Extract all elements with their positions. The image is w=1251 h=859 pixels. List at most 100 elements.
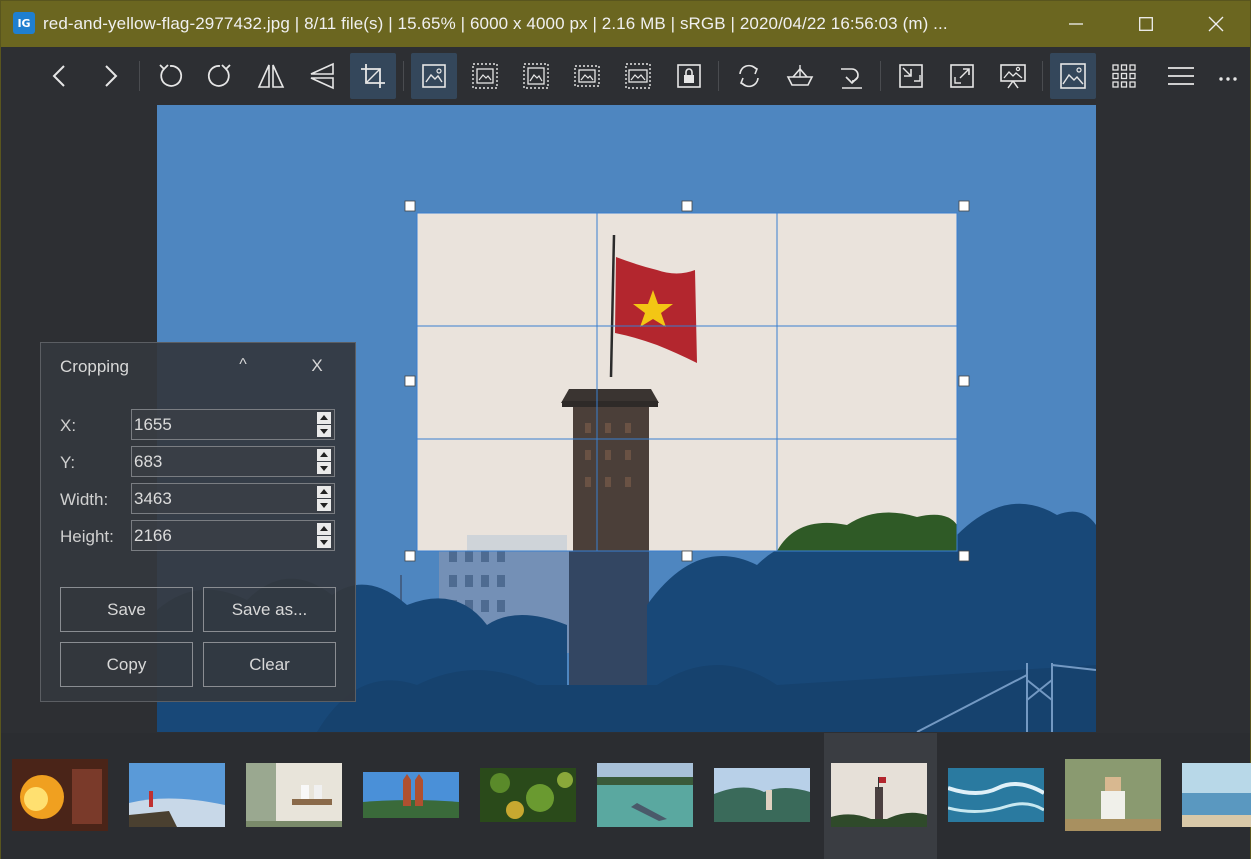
spin-down-icon[interactable] bbox=[317, 499, 331, 511]
y-field-label: Y: bbox=[60, 453, 76, 472]
spin-up-icon[interactable] bbox=[317, 412, 331, 424]
more-button[interactable] bbox=[1205, 53, 1251, 99]
flip-vertical-button[interactable] bbox=[299, 53, 345, 99]
ellipsis-icon bbox=[1219, 77, 1237, 81]
rotate-left-button[interactable] bbox=[147, 53, 193, 99]
chevron-right-icon bbox=[105, 65, 118, 87]
y-spinner[interactable] bbox=[317, 448, 333, 475]
grid-icon bbox=[1112, 64, 1136, 88]
cropping-panel: Cropping ^ X X: 1655 Y: 683 Width: 3463 … bbox=[40, 342, 356, 702]
maximize-button[interactable] bbox=[1111, 1, 1181, 47]
thumbnail-image bbox=[480, 768, 576, 822]
close-icon bbox=[1208, 16, 1224, 32]
thumbnail-ocean-aerial[interactable] bbox=[948, 768, 1044, 822]
toolbar-separator bbox=[718, 61, 719, 91]
presentation-icon bbox=[1000, 64, 1026, 89]
thumbnail-old-man[interactable] bbox=[1065, 759, 1161, 831]
thumbnail-person-on-rock[interactable] bbox=[129, 763, 225, 827]
thumbnail-cathedral[interactable] bbox=[363, 772, 459, 818]
view-actual-size-button[interactable] bbox=[411, 53, 457, 99]
scale-to-width-button[interactable] bbox=[564, 53, 610, 99]
clear-button[interactable]: Clear bbox=[203, 642, 336, 687]
height-spinner[interactable] bbox=[317, 522, 333, 549]
thumbnail-bay-hiker[interactable] bbox=[714, 768, 810, 822]
width-field-label: Width: bbox=[60, 490, 109, 509]
thumbnail-strip bbox=[1, 733, 1251, 859]
toolbar bbox=[1, 47, 1250, 105]
x-input[interactable]: 1655 bbox=[131, 409, 335, 440]
thumbnail-image bbox=[129, 763, 225, 827]
toolbar-separator bbox=[139, 61, 140, 91]
cropping-panel-title: Cropping bbox=[60, 357, 129, 376]
checkerboard-button[interactable] bbox=[777, 53, 823, 99]
save-as-button[interactable]: Save as... bbox=[203, 587, 336, 632]
spin-up-icon[interactable] bbox=[317, 486, 331, 498]
scale-to-fill-button[interactable] bbox=[615, 53, 661, 99]
height-input-value: 2166 bbox=[134, 526, 172, 545]
toolbar-separator bbox=[1042, 61, 1043, 91]
y-input[interactable]: 683 bbox=[131, 446, 335, 477]
image-viewer-window: IG red-and-yellow-flag-2977432.jpg | 8/1… bbox=[0, 0, 1251, 859]
image-dashed-icon bbox=[523, 63, 549, 89]
lock-view-button[interactable] bbox=[666, 53, 712, 99]
copy-button[interactable]: Copy bbox=[60, 642, 193, 687]
spin-down-icon[interactable] bbox=[317, 536, 331, 548]
width-input-value: 3463 bbox=[134, 489, 172, 508]
hamburger-icon bbox=[1168, 67, 1194, 85]
width-spinner[interactable] bbox=[317, 485, 333, 512]
close-panel-button[interactable]: X bbox=[304, 354, 330, 378]
auto-zoom-button[interactable] bbox=[462, 53, 508, 99]
image-dashed-icon bbox=[625, 63, 651, 89]
spin-down-icon[interactable] bbox=[317, 462, 331, 474]
spin-up-icon[interactable] bbox=[317, 523, 331, 535]
image-dashed-icon bbox=[472, 63, 498, 89]
thumbnail-image bbox=[12, 759, 108, 831]
thumbnail-flag-tower[interactable] bbox=[831, 763, 927, 827]
thumbnail-couple-on-bench[interactable] bbox=[246, 763, 342, 827]
minimize-button[interactable] bbox=[1041, 1, 1111, 47]
save-image-button[interactable] bbox=[828, 53, 874, 99]
thumbnail-forest-aerial[interactable] bbox=[480, 768, 576, 822]
previous-image-button[interactable] bbox=[37, 53, 83, 99]
spin-up-icon[interactable] bbox=[317, 449, 331, 461]
next-image-button[interactable] bbox=[87, 53, 133, 99]
flip-vertical-icon bbox=[310, 62, 334, 90]
flip-horizontal-icon bbox=[257, 64, 285, 88]
main-menu-button[interactable] bbox=[1158, 53, 1204, 99]
height-input[interactable]: 2166 bbox=[131, 520, 335, 551]
rotate-cw-icon bbox=[207, 64, 231, 87]
lock-zoom-button[interactable] bbox=[513, 53, 559, 99]
slideshow-button[interactable] bbox=[990, 53, 1036, 99]
fullscreen-button[interactable] bbox=[939, 53, 985, 99]
spin-down-icon[interactable] bbox=[317, 425, 331, 437]
thumbnail-image bbox=[363, 772, 459, 818]
thumbnail-beach-sea[interactable] bbox=[1182, 763, 1251, 827]
image-canvas[interactable]: Cropping ^ X X: 1655 Y: 683 Width: 3463 … bbox=[1, 105, 1250, 733]
minimize-icon bbox=[1069, 23, 1083, 25]
refresh-button[interactable] bbox=[726, 53, 772, 99]
maximize-icon bbox=[1139, 17, 1153, 31]
close-window-button[interactable] bbox=[1181, 1, 1251, 47]
x-spinner[interactable] bbox=[317, 411, 333, 438]
gallery-button[interactable] bbox=[1101, 53, 1147, 99]
lock-icon bbox=[677, 64, 701, 88]
flip-horizontal-button[interactable] bbox=[248, 53, 294, 99]
rotate-right-button[interactable] bbox=[197, 53, 243, 99]
y-input-value: 683 bbox=[134, 452, 163, 471]
width-input[interactable]: 3463 bbox=[131, 483, 335, 514]
save-button[interactable]: Save bbox=[60, 587, 193, 632]
frameless-button[interactable] bbox=[888, 53, 934, 99]
toggle-thumbnails-button[interactable] bbox=[1050, 53, 1096, 99]
collapse-panel-button[interactable]: ^ bbox=[231, 353, 255, 377]
crop-button[interactable] bbox=[350, 53, 396, 99]
image-icon bbox=[422, 64, 446, 88]
thumbnail-image bbox=[246, 763, 342, 827]
thumbnail-image bbox=[1182, 763, 1251, 827]
image-icon bbox=[1060, 63, 1086, 89]
image-dashed-icon bbox=[574, 65, 600, 87]
crop-icon bbox=[361, 64, 385, 88]
thumbnail-fire-breather[interactable] bbox=[12, 759, 108, 831]
x-input-value: 1655 bbox=[134, 415, 172, 434]
thumbnail-river-boats[interactable] bbox=[597, 763, 693, 827]
window-title: red-and-yellow-flag-2977432.jpg | 8/11 f… bbox=[43, 14, 948, 33]
